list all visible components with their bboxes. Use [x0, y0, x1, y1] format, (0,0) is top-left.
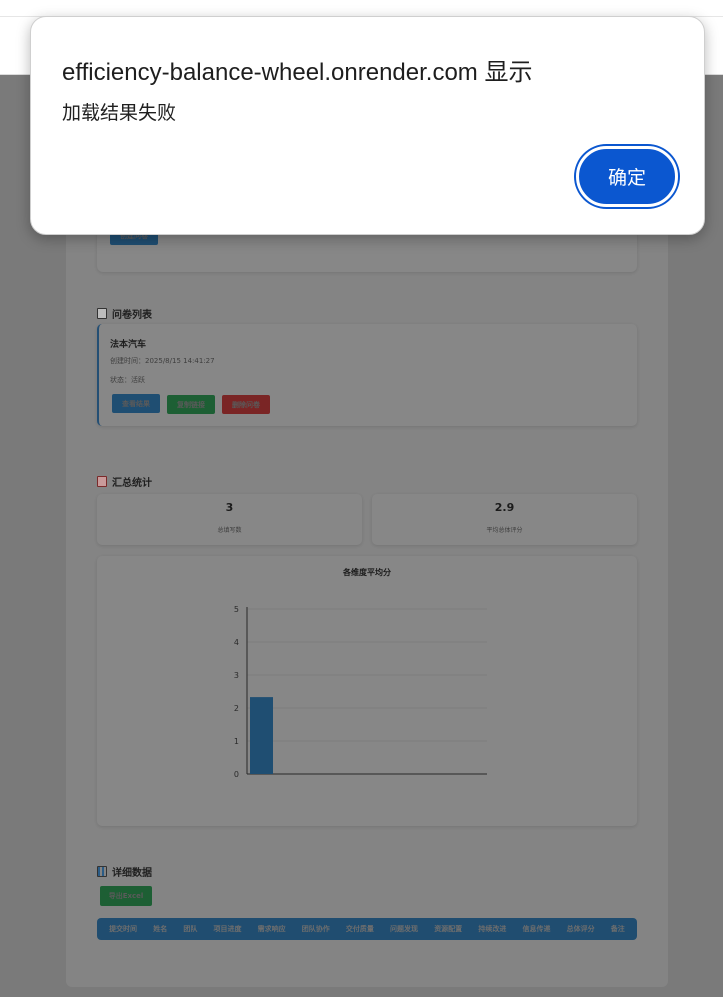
table-column-header: 团队协作 — [301, 925, 330, 933]
table-column-header: 总体评分 — [566, 925, 595, 933]
dialog-title: efficiency-balance-wheel.onrender.com 显示 — [62, 59, 533, 86]
y-tick-label: 5 — [234, 605, 239, 614]
stat-total-label: 总填写数 — [217, 527, 242, 534]
stat-average-value: 2.9 — [494, 501, 515, 514]
bar-chart-icon — [97, 866, 107, 877]
questionnaire-list-heading: 问卷列表 — [97, 306, 152, 321]
questionnaire-list-title: 问卷列表 — [112, 310, 152, 321]
dialog-ok-button[interactable]: 确定 — [576, 146, 678, 207]
stat-total-value: 3 — [225, 501, 234, 514]
table-column-header: 需求响应 — [257, 925, 286, 933]
summary-heading: 汇总统计 — [97, 474, 152, 489]
stat-card-average: 2.9 平均总体评分 — [372, 494, 637, 545]
table-column-header: 提交时间 — [109, 925, 138, 933]
clipboard-icon — [97, 308, 107, 319]
table-column-header: 姓名 — [153, 925, 168, 933]
questionnaire-status: 状态：活跃 — [110, 376, 145, 384]
export-excel-button[interactable]: 导出Excel — [100, 886, 152, 906]
view-results-button[interactable]: 查看结果 — [112, 394, 160, 413]
stat-card-total: 3 总填写数 — [97, 494, 362, 545]
table-column-header: 备注 — [610, 925, 625, 933]
y-tick-label: 3 — [234, 671, 239, 680]
stat-average-label: 平均总体评分 — [486, 527, 523, 534]
table-column-header: 资源配置 — [434, 925, 463, 933]
table-column-header: 问题发现 — [390, 925, 419, 933]
summary-title: 汇总统计 — [112, 478, 152, 489]
dialog-message: 加载结果失败 — [62, 103, 177, 124]
table-column-header: 持续改进 — [478, 925, 507, 933]
y-tick-label: 2 — [234, 704, 239, 713]
table-column-header: 项目进度 — [213, 925, 242, 933]
dimension-average-chart: 0 1 2 3 4 5 — [234, 605, 487, 779]
questionnaire-name: 法本汽车 — [110, 340, 147, 350]
alert-dialog: efficiency-balance-wheel.onrender.com 显示… — [30, 16, 705, 235]
y-tick-label: 4 — [234, 638, 239, 647]
y-tick-label: 0 — [234, 770, 239, 779]
questionnaire-created: 创建时间：2025/8/15 14:41:27 — [110, 357, 215, 365]
chart-title: 各维度平均分 — [343, 568, 391, 577]
table-column-header: 交付质量 — [345, 925, 374, 933]
details-title: 详细数据 — [112, 868, 152, 879]
bar — [250, 697, 273, 774]
y-tick-label: 1 — [234, 737, 239, 746]
table-column-header: 信息传递 — [522, 925, 551, 933]
chart-increase-icon — [97, 476, 107, 487]
details-table-header: 提交时间 姓名 团队 项目进度 需求响应 团队协作 交付质量 问题发现 资源配置 持续改进 信息传递… — [97, 918, 637, 940]
details-heading: 详细数据 — [97, 864, 152, 879]
table-column-header: 团队 — [183, 925, 198, 933]
delete-questionnaire-button[interactable]: 删除问卷 — [222, 395, 270, 414]
copy-link-button[interactable]: 复制链接 — [167, 395, 215, 414]
